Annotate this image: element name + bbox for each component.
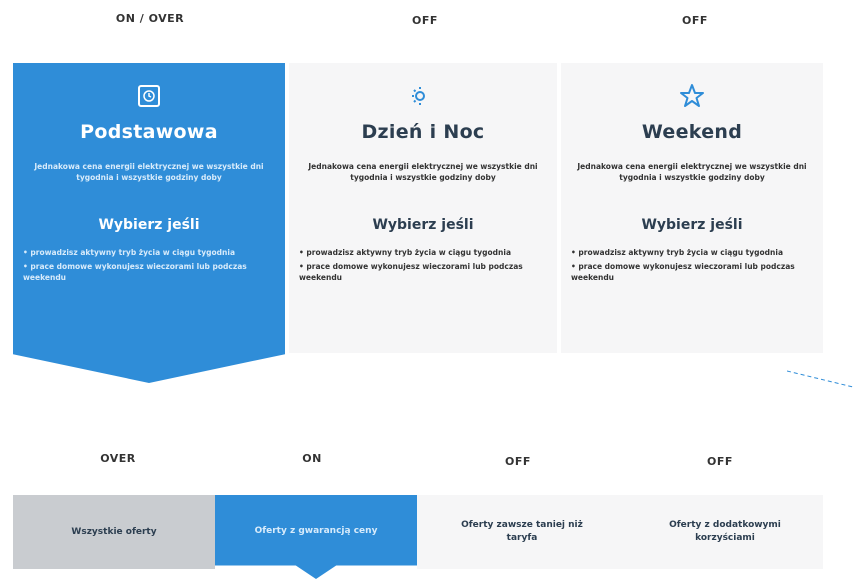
card-title: Weekend [641,121,743,143]
state-label-tab-2: ON [302,452,322,465]
card-bullet: prace domowe wykonujesz wieczorami lub p… [299,261,547,283]
sun-moon-icon [412,87,429,105]
card-description: Jednakowa cena energii elektrycznej we w… [308,162,538,182]
tab-price-guarantee[interactable]: Oferty z gwarancją ceny [215,495,417,579]
card-title: Podstawowa [80,121,218,143]
card-subtitle: Wybierz jeśli [98,217,200,233]
tab-extra-benefits[interactable]: Oferty z dodatkowymi korzyściami [627,495,823,569]
tab-cheaper-than-tariff[interactable]: Oferty zawsze taniej niż taryfa [417,495,627,569]
clock-box-icon [138,85,160,107]
card-bullet: prowadzisz aktywny tryb życia w ciągu ty… [23,247,275,258]
tab-label: Oferty zawsze taniej niż taryfa [461,520,583,543]
card-bullet: prace domowe wykonujesz wieczorami lub p… [571,261,813,283]
card-bullets: prowadzisz aktywny tryb życia w ciągu ty… [289,247,557,283]
state-label-card-3: OFF [682,14,708,27]
card-title: Dzień i Noc [361,121,485,143]
card-bullet: prowadzisz aktywny tryb życia w ciągu ty… [571,247,813,258]
card-subtitle: Wybierz jeśli [641,217,743,233]
card-bullet: prowadzisz aktywny tryb życia w ciągu ty… [299,247,547,258]
star-icon [680,84,704,107]
state-label-tab-4: OFF [707,455,733,468]
card-description: Jednakowa cena energii elektrycznej we w… [34,162,264,182]
state-label-tab-1: OVER [100,452,136,465]
tab-label: Oferty z gwarancją ceny [254,526,378,536]
card-bullets: prowadzisz aktywny tryb życia w ciągu ty… [561,247,823,283]
state-label-card-2: OFF [412,14,438,27]
card-subtitle: Wybierz jeśli [372,217,474,233]
tab-label: Wszystkie oferty [71,526,157,537]
card-bullets: prowadzisz aktywny tryb życia w ciągu ty… [13,247,285,283]
tariff-card-podstawowa[interactable]: Podstawowa Jednakowa cena energii elektr… [13,63,285,383]
tariff-card-dzien-i-noc[interactable]: Dzień i Noc Jednakowa cena energii elekt… [289,63,557,353]
tab-all-offers[interactable]: Wszystkie oferty [13,495,215,569]
card-bullet: prace domowe wykonujesz wieczorami lub p… [23,261,275,283]
tab-label: Oferty z dodatkowymi korzyściami [669,520,781,543]
state-label-card-1: ON / OVER [115,12,185,25]
dashed-connector [787,370,853,388]
state-label-tab-3: OFF [505,455,531,468]
tariff-card-weekend[interactable]: Weekend Jednakowa cena energii elektrycz… [561,63,823,353]
card-description: Jednakowa cena energii elektrycznej we w… [577,162,807,182]
